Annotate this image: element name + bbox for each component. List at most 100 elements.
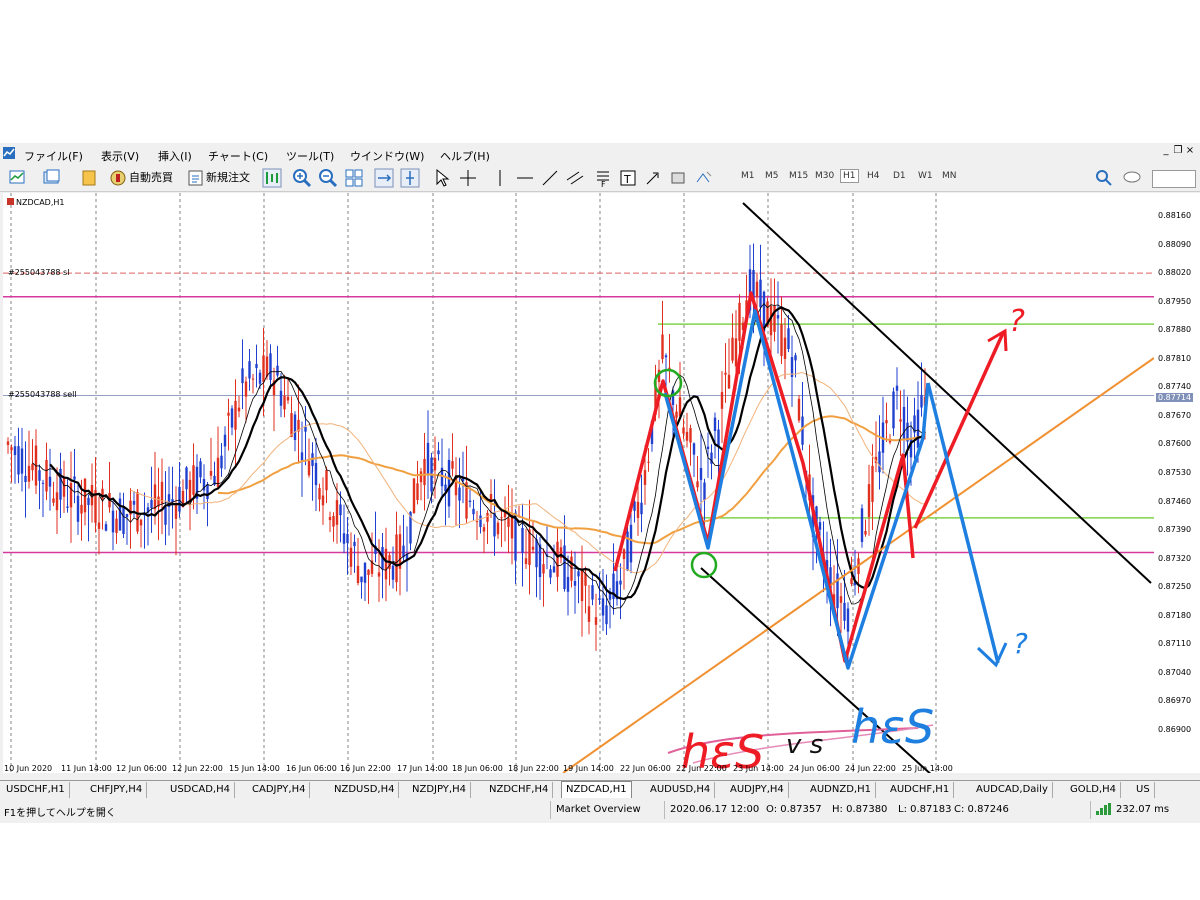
candle-body xyxy=(192,465,195,495)
candle-body xyxy=(818,522,822,530)
candle-body xyxy=(549,569,552,578)
candle-body xyxy=(570,556,573,581)
candle-body xyxy=(31,463,34,471)
chart-tab[interactable]: US xyxy=(1132,782,1155,798)
price-chart[interactable]: hεS v s hεS?? xyxy=(3,193,1154,773)
chart-tab[interactable]: GOLD,H4 xyxy=(1066,782,1121,798)
chart-tab[interactable]: USDCAD,H4 xyxy=(166,782,235,798)
chart-tab[interactable]: AUDUSD,H4 xyxy=(646,782,716,798)
current-price-label: 0.87714 xyxy=(1156,392,1194,402)
timeframe-h4[interactable]: H4 xyxy=(867,171,880,181)
auto-trade-button[interactable]: 自動売買 xyxy=(129,168,173,188)
candle-body xyxy=(591,585,594,600)
new-chart-icon[interactable] xyxy=(8,168,28,188)
cursor-icon[interactable] xyxy=(432,168,452,188)
chart-tab[interactable]: NZDJPY,H4 xyxy=(408,782,471,798)
menu-insert[interactable]: 挿入(I) xyxy=(158,148,192,164)
candle-body xyxy=(692,443,696,455)
price-tick-label: 0.87880 xyxy=(1158,325,1192,335)
timeframe-m15[interactable]: M15 xyxy=(789,171,808,181)
profiles-icon[interactable] xyxy=(42,168,62,188)
minimize-icon[interactable]: _ xyxy=(1160,145,1172,157)
more-objects-icon[interactable] xyxy=(693,168,713,188)
candle-body xyxy=(437,450,440,455)
auto-trade-icon[interactable] xyxy=(108,168,128,188)
chat-icon[interactable] xyxy=(1122,168,1142,188)
chart-tab[interactable]: AUDNZD,H1 xyxy=(806,782,876,798)
chart-tab[interactable]: AUDJPY,H4 xyxy=(726,782,789,798)
candle-body xyxy=(447,459,451,507)
candle-body xyxy=(685,431,689,441)
candle-body xyxy=(556,541,559,577)
chart-tab[interactable]: CHFJPY,H4 xyxy=(86,782,148,798)
time-tick-label: 19 Jun 14:00 xyxy=(563,764,614,773)
fibonacci-icon[interactable]: F xyxy=(593,168,613,188)
horizontal-line-icon[interactable] xyxy=(515,168,535,188)
candle-body xyxy=(426,442,430,475)
chart-tab[interactable]: AUDCAD,Daily xyxy=(972,782,1053,798)
symbol-text: NZDCAD,H1 xyxy=(16,198,65,207)
chart-area[interactable]: hεS v s hεS?? NZDCAD,H1 #255043788 sl #255… xyxy=(3,193,1154,773)
candle-body xyxy=(888,440,892,443)
timeframe-w1[interactable]: W1 xyxy=(918,171,933,181)
channel-icon[interactable] xyxy=(565,168,585,188)
menu-file[interactable]: ファイル(F) xyxy=(24,148,83,164)
status-separator xyxy=(550,801,551,819)
candle-body xyxy=(538,544,542,578)
text-icon[interactable]: T xyxy=(618,168,638,188)
timeframe-mn[interactable]: MN xyxy=(942,171,957,181)
candle-body xyxy=(230,408,234,428)
menu-help[interactable]: ヘルプ(H) xyxy=(440,148,490,164)
timeframe-d1[interactable]: D1 xyxy=(893,171,906,181)
zoom-in-icon[interactable] xyxy=(292,168,312,188)
new-order-icon[interactable] xyxy=(186,168,206,188)
shapes-icon[interactable] xyxy=(668,168,688,188)
timeframe-m1[interactable]: M1 xyxy=(741,171,755,181)
price-tick-label: 0.87320 xyxy=(1158,553,1192,563)
timeframe-h1[interactable]: H1 xyxy=(840,169,859,183)
close-icon[interactable]: × xyxy=(1184,145,1196,157)
arrow-tool-icon[interactable] xyxy=(643,168,663,188)
chart-tab[interactable]: NZDCHF,H4 xyxy=(485,782,554,798)
time-tick-label: 12 Jun 22:00 xyxy=(172,764,223,773)
auto-scroll-icon[interactable] xyxy=(374,168,394,188)
chart-tab[interactable]: USDCHF,H1 xyxy=(2,782,70,798)
chart-tab[interactable]: AUDCHF,H1 xyxy=(886,782,955,798)
candle-body xyxy=(66,506,69,508)
price-tick-label: 0.87740 xyxy=(1158,382,1192,392)
candle-body xyxy=(199,461,202,478)
zoom-out-icon[interactable] xyxy=(318,168,338,188)
menu-chart[interactable]: チャート(C) xyxy=(208,148,268,164)
menu-tools[interactable]: ツール(T) xyxy=(286,148,334,164)
candle-body xyxy=(185,467,188,490)
chart-tab[interactable]: NZDUSD,H4 xyxy=(330,782,400,798)
candle-body xyxy=(136,492,139,532)
status-bar: F1を押してヘルプを開く Market Overview 2020.06.17 … xyxy=(0,799,1200,821)
candle-body xyxy=(346,533,349,543)
crosshair-icon[interactable] xyxy=(458,168,478,188)
vertical-line-icon[interactable] xyxy=(490,168,510,188)
pen-blue-arrowhead xyxy=(976,642,1008,668)
candle-body xyxy=(636,501,640,518)
menu-window[interactable]: ウインドウ(W) xyxy=(350,148,424,164)
chart-tab[interactable]: CADJPY,H4 xyxy=(248,782,311,798)
menu-view[interactable]: 表示(V) xyxy=(101,148,139,164)
candle-body xyxy=(237,407,241,412)
bar-chart-icon[interactable] xyxy=(262,168,282,188)
search-field[interactable] xyxy=(1152,170,1196,188)
search-icon[interactable] xyxy=(1094,168,1114,188)
trendline-icon[interactable] xyxy=(540,168,560,188)
timeframe-m30[interactable]: M30 xyxy=(815,171,834,181)
chart-shift-icon[interactable] xyxy=(400,168,420,188)
new-order-button[interactable]: 新規注文 xyxy=(206,168,250,188)
candle-body xyxy=(475,521,479,523)
navigator-icon[interactable] xyxy=(80,168,100,188)
tile-windows-icon[interactable] xyxy=(344,168,364,188)
candle-body xyxy=(178,486,181,512)
candle-body xyxy=(622,549,626,560)
price-tick-label: 0.86970 xyxy=(1158,696,1192,706)
pen-green-circle-bottom xyxy=(690,551,718,579)
timeframe-m5[interactable]: M5 xyxy=(765,171,779,181)
chart-tab[interactable]: NZDCAD,H1 xyxy=(561,781,632,798)
restore-icon[interactable]: ❐ xyxy=(1172,145,1184,157)
